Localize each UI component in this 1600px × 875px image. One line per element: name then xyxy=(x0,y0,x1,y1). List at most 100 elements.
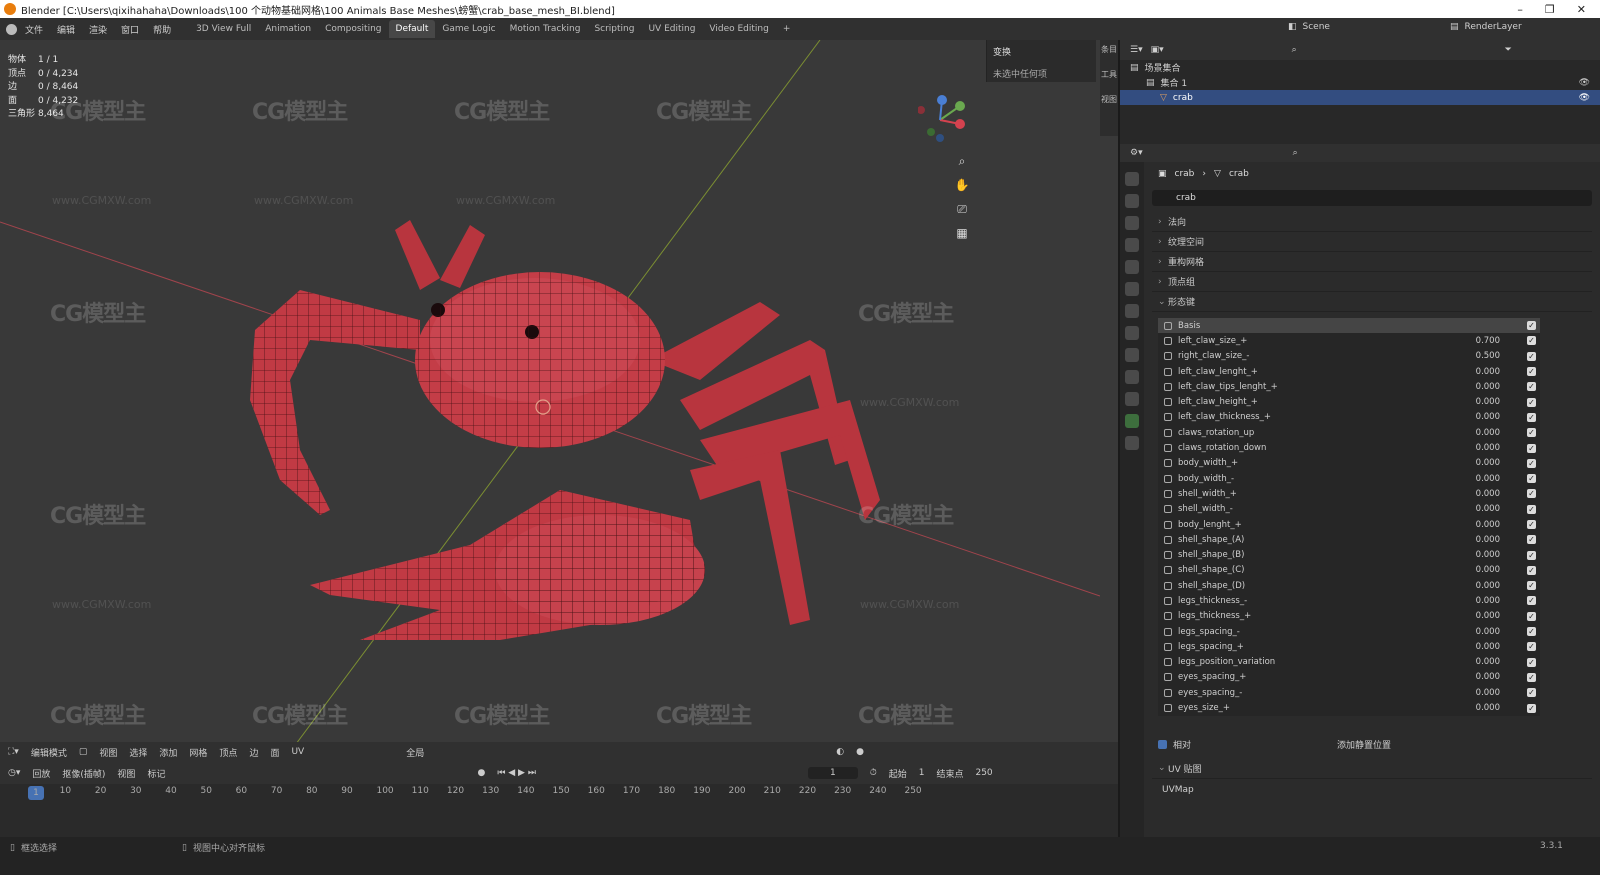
scene-name[interactable]: Scene xyxy=(1303,22,1330,32)
properties-editor-icon[interactable]: ⚙▾ xyxy=(1130,148,1143,158)
tab-compositing[interactable]: Compositing xyxy=(318,20,388,38)
tab-item[interactable]: 条目 xyxy=(1101,44,1117,55)
shape-key-value[interactable]: 0.000 xyxy=(1440,565,1500,575)
menu-uv[interactable]: UV xyxy=(291,747,304,757)
shape-key-mute-checkbox[interactable]: ✓ xyxy=(1527,397,1536,407)
tab-animation[interactable]: Animation xyxy=(258,20,318,38)
shape-key-mute-checkbox[interactable]: ✓ xyxy=(1527,336,1536,346)
shape-key-row[interactable]: right_claw_size_- 0.500 ✓ xyxy=(1158,349,1540,364)
tab-video-editing[interactable]: Video Editing xyxy=(702,20,775,38)
shape-key-row[interactable]: eyes_size_+ 0.000 ✓ xyxy=(1158,700,1540,715)
shape-key-mute-checkbox[interactable]: ✓ xyxy=(1527,550,1536,560)
outliner-collection-1[interactable]: ▤ 集合 1 👁 xyxy=(1120,75,1600,90)
shape-key-value[interactable]: 0.000 xyxy=(1440,535,1500,545)
shape-key-row[interactable]: claws_rotation_down 0.000 ✓ xyxy=(1158,440,1540,455)
object-tab-icon[interactable] xyxy=(1125,304,1139,318)
shape-key-mute-checkbox[interactable]: ✓ xyxy=(1527,443,1536,453)
timeline-editor-icon[interactable]: ◷▾ xyxy=(8,768,20,778)
tab-scripting[interactable]: Scripting xyxy=(587,20,641,38)
shape-key-mute-checkbox[interactable]: ✓ xyxy=(1527,474,1536,484)
stopwatch-icon[interactable]: ⏱ xyxy=(870,768,877,778)
shape-key-row[interactable]: body_width_- 0.000 ✓ xyxy=(1158,471,1540,486)
camera-view-icon[interactable]: ⎚ xyxy=(952,200,972,218)
properties-search-icon[interactable]: ⌕ xyxy=(1293,148,1298,158)
menu-window[interactable]: 窗口 xyxy=(121,23,139,36)
shape-key-value[interactable]: 0.000 xyxy=(1440,581,1500,591)
3d-viewport[interactable]: 物体 1 / 1 顶点 0 / 4,234 边0 / 8,464 面0 / 4,23… xyxy=(0,40,1118,752)
timeline[interactable]: ◷▾ 回放 抠像(插帧) 视图 标记 ● ⏮ ◀ ▶ ⏭ 1 ⏱ 起始 1 结束… xyxy=(0,762,1118,837)
shape-key-mute-checkbox[interactable]: ✓ xyxy=(1527,672,1536,682)
shape-key-value[interactable]: 0.000 xyxy=(1440,489,1500,499)
blender-menu-icon[interactable] xyxy=(6,23,17,35)
shape-key-value[interactable]: 0.000 xyxy=(1440,458,1500,468)
shape-key-mute-checkbox[interactable]: ✓ xyxy=(1527,489,1536,499)
mesh-name-field[interactable]: crab xyxy=(1152,190,1592,206)
shape-key-row[interactable]: shell_shape_(B) 0.000 ✓ xyxy=(1158,547,1540,562)
data-tab-icon[interactable] xyxy=(1125,414,1139,428)
shape-key-row[interactable]: left_claw_height_+ 0.000 ✓ xyxy=(1158,394,1540,409)
panel-vertex-groups[interactable]: › 顶点组 xyxy=(1152,272,1592,292)
visibility-eye-icon[interactable]: 👁 xyxy=(1579,78,1590,88)
menu-add[interactable]: 添加 xyxy=(159,746,177,759)
scene-selector[interactable]: ◧ Scene xyxy=(1288,22,1330,32)
start-frame-field[interactable]: 1 xyxy=(919,768,925,778)
breadcrumb-data[interactable]: crab xyxy=(1229,169,1249,179)
shape-key-row[interactable]: shell_width_- 0.000 ✓ xyxy=(1158,502,1540,517)
tab-tool[interactable]: 工具 xyxy=(1101,69,1117,80)
shape-key-row[interactable]: shell_shape_(D) 0.000 ✓ xyxy=(1158,578,1540,593)
panel-remesh[interactable]: › 重构网格 xyxy=(1152,252,1592,272)
menu-playback[interactable]: 回放 xyxy=(32,767,50,780)
physics-tab-icon[interactable] xyxy=(1125,370,1139,384)
grid-toggle-icon[interactable]: ▦ xyxy=(952,224,972,242)
shape-key-value[interactable]: 0.000 xyxy=(1440,611,1500,621)
menu-vertex[interactable]: 顶点 xyxy=(219,746,237,759)
menu-tl-view[interactable]: 视图 xyxy=(117,767,135,780)
breadcrumb-object[interactable]: crab xyxy=(1175,169,1195,179)
shape-key-value[interactable]: 0.000 xyxy=(1440,520,1500,530)
tab-default[interactable]: Default xyxy=(388,20,436,38)
outliner-editor-icon[interactable]: ☰▾ xyxy=(1130,45,1143,55)
shape-key-mute-checkbox[interactable]: ✓ xyxy=(1527,642,1536,652)
add-workspace-button[interactable]: + xyxy=(776,20,798,38)
shape-key-mute-checkbox[interactable]: ✓ xyxy=(1527,703,1536,713)
scene-tab-icon[interactable] xyxy=(1125,260,1139,274)
filter-icon[interactable]: ⏷ xyxy=(1505,45,1512,55)
shape-key-value[interactable]: 0.700 xyxy=(1440,336,1500,346)
shape-key-row[interactable]: legs_spacing_+ 0.000 ✓ xyxy=(1158,639,1540,654)
shape-key-value[interactable]: 0.000 xyxy=(1440,397,1500,407)
menu-file[interactable]: 文件 xyxy=(25,23,43,36)
menu-marker[interactable]: 标记 xyxy=(147,767,165,780)
shape-key-row[interactable]: left_claw_thickness_+ 0.000 ✓ xyxy=(1158,410,1540,425)
render-tab-icon[interactable] xyxy=(1125,194,1139,208)
shape-key-row[interactable]: shell_shape_(C) 0.000 ✓ xyxy=(1158,563,1540,578)
world-tab-icon[interactable] xyxy=(1125,282,1139,296)
zoom-icon[interactable]: ⌕ xyxy=(952,152,972,170)
tab-view[interactable]: 视图 xyxy=(1101,94,1117,105)
shape-key-value[interactable]: 0.000 xyxy=(1440,703,1500,713)
shape-key-mute-checkbox[interactable]: ✓ xyxy=(1527,627,1536,637)
shape-key-value[interactable]: 0.000 xyxy=(1440,412,1500,422)
shape-key-row[interactable]: legs_position_variation 0.000 ✓ xyxy=(1158,655,1540,670)
shape-key-mute-checkbox[interactable]: ✓ xyxy=(1527,321,1536,331)
shape-key-value[interactable]: 0.000 xyxy=(1440,596,1500,606)
shape-key-value[interactable]: 0.000 xyxy=(1440,657,1500,667)
close-button[interactable]: ✕ xyxy=(1577,3,1586,16)
shape-key-mute-checkbox[interactable]: ✓ xyxy=(1527,428,1536,438)
shape-key-row[interactable]: claws_rotation_up 0.000 ✓ xyxy=(1158,425,1540,440)
playback-controls-icon[interactable]: ⏮ ◀ ▶ ⏭ xyxy=(497,768,536,778)
shape-key-mute-checkbox[interactable]: ✓ xyxy=(1527,504,1536,514)
shape-key-mute-checkbox[interactable]: ✓ xyxy=(1527,688,1536,698)
select-mode-vertex-icon[interactable]: ▢ xyxy=(79,747,88,757)
shading-material-icon[interactable]: ● xyxy=(856,747,864,757)
panel-shape-keys[interactable]: ⌄ 形态键 xyxy=(1152,292,1592,312)
shape-key-row[interactable]: body_lenght_+ 0.000 ✓ xyxy=(1158,517,1540,532)
minimize-button[interactable]: – xyxy=(1517,3,1523,16)
shape-key-mute-checkbox[interactable]: ✓ xyxy=(1527,412,1536,422)
menu-face[interactable]: 面 xyxy=(270,746,279,759)
panel-normals[interactable]: › 法向 xyxy=(1152,212,1592,232)
shape-key-mute-checkbox[interactable]: ✓ xyxy=(1527,596,1536,606)
maximize-button[interactable]: ❐ xyxy=(1545,3,1555,16)
shape-key-value[interactable]: 0.500 xyxy=(1440,351,1500,361)
display-mode-icon[interactable]: ▣▾ xyxy=(1151,45,1164,55)
mode-selector[interactable]: 编辑模式 xyxy=(31,746,67,759)
